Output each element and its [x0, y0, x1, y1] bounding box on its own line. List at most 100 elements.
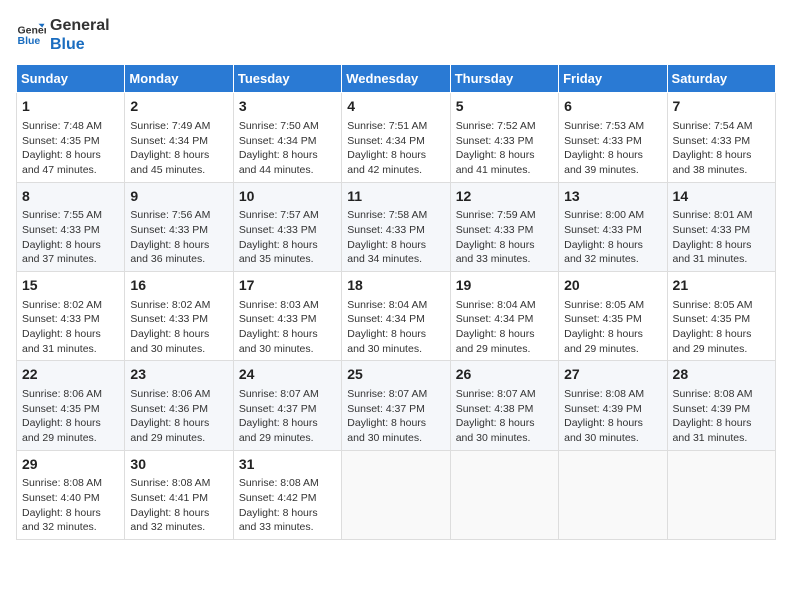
header: General Blue General Blue — [16, 16, 776, 54]
cell-text: Sunrise: 8:06 AM Sunset: 4:36 PM Dayligh… — [130, 387, 227, 446]
day-number: 11 — [347, 187, 444, 207]
logo-icon: General Blue — [16, 20, 46, 50]
day-number: 21 — [673, 276, 770, 296]
day-number: 29 — [22, 455, 119, 475]
calendar-header-row: SundayMondayTuesdayWednesdayThursdayFrid… — [17, 65, 776, 93]
day-number: 31 — [239, 455, 336, 475]
calendar-week-2: 8Sunrise: 7:55 AM Sunset: 4:33 PM Daylig… — [17, 182, 776, 271]
cell-text: Sunrise: 7:57 AM Sunset: 4:33 PM Dayligh… — [239, 208, 336, 267]
calendar-cell: 26Sunrise: 8:07 AM Sunset: 4:38 PM Dayli… — [450, 361, 558, 450]
calendar-cell: 2Sunrise: 7:49 AM Sunset: 4:34 PM Daylig… — [125, 93, 233, 182]
cell-text: Sunrise: 7:54 AM Sunset: 4:33 PM Dayligh… — [673, 119, 770, 178]
calendar-cell: 12Sunrise: 7:59 AM Sunset: 4:33 PM Dayli… — [450, 182, 558, 271]
day-number: 18 — [347, 276, 444, 296]
calendar-cell: 29Sunrise: 8:08 AM Sunset: 4:40 PM Dayli… — [17, 450, 125, 539]
calendar-cell: 27Sunrise: 8:08 AM Sunset: 4:39 PM Dayli… — [559, 361, 667, 450]
cell-text: Sunrise: 7:53 AM Sunset: 4:33 PM Dayligh… — [564, 119, 661, 178]
cell-text: Sunrise: 8:08 AM Sunset: 4:41 PM Dayligh… — [130, 476, 227, 535]
cell-text: Sunrise: 8:02 AM Sunset: 4:33 PM Dayligh… — [130, 298, 227, 357]
calendar-cell — [667, 450, 775, 539]
calendar-cell: 5Sunrise: 7:52 AM Sunset: 4:33 PM Daylig… — [450, 93, 558, 182]
logo-general: General — [50, 16, 110, 35]
cell-text: Sunrise: 8:07 AM Sunset: 4:38 PM Dayligh… — [456, 387, 553, 446]
calendar-cell: 28Sunrise: 8:08 AM Sunset: 4:39 PM Dayli… — [667, 361, 775, 450]
calendar-cell: 21Sunrise: 8:05 AM Sunset: 4:35 PM Dayli… — [667, 272, 775, 361]
day-number: 20 — [564, 276, 661, 296]
cell-text: Sunrise: 8:08 AM Sunset: 4:40 PM Dayligh… — [22, 476, 119, 535]
calendar-week-1: 1Sunrise: 7:48 AM Sunset: 4:35 PM Daylig… — [17, 93, 776, 182]
calendar-cell: 13Sunrise: 8:00 AM Sunset: 4:33 PM Dayli… — [559, 182, 667, 271]
day-number: 19 — [456, 276, 553, 296]
cell-text: Sunrise: 8:01 AM Sunset: 4:33 PM Dayligh… — [673, 208, 770, 267]
day-number: 6 — [564, 97, 661, 117]
calendar-cell: 16Sunrise: 8:02 AM Sunset: 4:33 PM Dayli… — [125, 272, 233, 361]
day-number: 7 — [673, 97, 770, 117]
cell-text: Sunrise: 7:51 AM Sunset: 4:34 PM Dayligh… — [347, 119, 444, 178]
header-wednesday: Wednesday — [342, 65, 450, 93]
calendar-week-5: 29Sunrise: 8:08 AM Sunset: 4:40 PM Dayli… — [17, 450, 776, 539]
cell-text: Sunrise: 8:04 AM Sunset: 4:34 PM Dayligh… — [456, 298, 553, 357]
day-number: 30 — [130, 455, 227, 475]
cell-text: Sunrise: 8:05 AM Sunset: 4:35 PM Dayligh… — [673, 298, 770, 357]
cell-text: Sunrise: 8:02 AM Sunset: 4:33 PM Dayligh… — [22, 298, 119, 357]
day-number: 10 — [239, 187, 336, 207]
logo: General Blue General Blue — [16, 16, 110, 54]
day-number: 22 — [22, 365, 119, 385]
calendar-cell: 8Sunrise: 7:55 AM Sunset: 4:33 PM Daylig… — [17, 182, 125, 271]
cell-text: Sunrise: 8:04 AM Sunset: 4:34 PM Dayligh… — [347, 298, 444, 357]
calendar-cell: 3Sunrise: 7:50 AM Sunset: 4:34 PM Daylig… — [233, 93, 341, 182]
calendar-cell: 15Sunrise: 8:02 AM Sunset: 4:33 PM Dayli… — [17, 272, 125, 361]
calendar-cell: 31Sunrise: 8:08 AM Sunset: 4:42 PM Dayli… — [233, 450, 341, 539]
calendar-cell: 25Sunrise: 8:07 AM Sunset: 4:37 PM Dayli… — [342, 361, 450, 450]
day-number: 27 — [564, 365, 661, 385]
calendar-cell: 19Sunrise: 8:04 AM Sunset: 4:34 PM Dayli… — [450, 272, 558, 361]
calendar-cell — [342, 450, 450, 539]
day-number: 16 — [130, 276, 227, 296]
calendar-cell: 6Sunrise: 7:53 AM Sunset: 4:33 PM Daylig… — [559, 93, 667, 182]
calendar-cell: 23Sunrise: 8:06 AM Sunset: 4:36 PM Dayli… — [125, 361, 233, 450]
header-thursday: Thursday — [450, 65, 558, 93]
calendar: SundayMondayTuesdayWednesdayThursdayFrid… — [16, 64, 776, 540]
calendar-cell: 11Sunrise: 7:58 AM Sunset: 4:33 PM Dayli… — [342, 182, 450, 271]
day-number: 15 — [22, 276, 119, 296]
calendar-cell: 1Sunrise: 7:48 AM Sunset: 4:35 PM Daylig… — [17, 93, 125, 182]
cell-text: Sunrise: 7:49 AM Sunset: 4:34 PM Dayligh… — [130, 119, 227, 178]
calendar-cell: 20Sunrise: 8:05 AM Sunset: 4:35 PM Dayli… — [559, 272, 667, 361]
calendar-cell: 22Sunrise: 8:06 AM Sunset: 4:35 PM Dayli… — [17, 361, 125, 450]
day-number: 2 — [130, 97, 227, 117]
cell-text: Sunrise: 7:55 AM Sunset: 4:33 PM Dayligh… — [22, 208, 119, 267]
cell-text: Sunrise: 7:59 AM Sunset: 4:33 PM Dayligh… — [456, 208, 553, 267]
header-friday: Friday — [559, 65, 667, 93]
cell-text: Sunrise: 8:05 AM Sunset: 4:35 PM Dayligh… — [564, 298, 661, 357]
calendar-week-4: 22Sunrise: 8:06 AM Sunset: 4:35 PM Dayli… — [17, 361, 776, 450]
day-number: 26 — [456, 365, 553, 385]
cell-text: Sunrise: 8:03 AM Sunset: 4:33 PM Dayligh… — [239, 298, 336, 357]
calendar-cell: 7Sunrise: 7:54 AM Sunset: 4:33 PM Daylig… — [667, 93, 775, 182]
calendar-cell: 9Sunrise: 7:56 AM Sunset: 4:33 PM Daylig… — [125, 182, 233, 271]
day-number: 9 — [130, 187, 227, 207]
cell-text: Sunrise: 8:06 AM Sunset: 4:35 PM Dayligh… — [22, 387, 119, 446]
calendar-cell: 18Sunrise: 8:04 AM Sunset: 4:34 PM Dayli… — [342, 272, 450, 361]
day-number: 1 — [22, 97, 119, 117]
day-number: 3 — [239, 97, 336, 117]
day-number: 12 — [456, 187, 553, 207]
calendar-cell: 10Sunrise: 7:57 AM Sunset: 4:33 PM Dayli… — [233, 182, 341, 271]
cell-text: Sunrise: 8:08 AM Sunset: 4:39 PM Dayligh… — [564, 387, 661, 446]
day-number: 8 — [22, 187, 119, 207]
calendar-cell: 24Sunrise: 8:07 AM Sunset: 4:37 PM Dayli… — [233, 361, 341, 450]
calendar-cell: 14Sunrise: 8:01 AM Sunset: 4:33 PM Dayli… — [667, 182, 775, 271]
logo-blue: Blue — [50, 35, 110, 54]
day-number: 17 — [239, 276, 336, 296]
svg-text:Blue: Blue — [18, 35, 41, 47]
cell-text: Sunrise: 7:48 AM Sunset: 4:35 PM Dayligh… — [22, 119, 119, 178]
cell-text: Sunrise: 8:07 AM Sunset: 4:37 PM Dayligh… — [347, 387, 444, 446]
cell-text: Sunrise: 8:08 AM Sunset: 4:42 PM Dayligh… — [239, 476, 336, 535]
cell-text: Sunrise: 7:50 AM Sunset: 4:34 PM Dayligh… — [239, 119, 336, 178]
cell-text: Sunrise: 7:52 AM Sunset: 4:33 PM Dayligh… — [456, 119, 553, 178]
day-number: 23 — [130, 365, 227, 385]
header-saturday: Saturday — [667, 65, 775, 93]
header-sunday: Sunday — [17, 65, 125, 93]
cell-text: Sunrise: 8:08 AM Sunset: 4:39 PM Dayligh… — [673, 387, 770, 446]
calendar-cell — [559, 450, 667, 539]
day-number: 4 — [347, 97, 444, 117]
